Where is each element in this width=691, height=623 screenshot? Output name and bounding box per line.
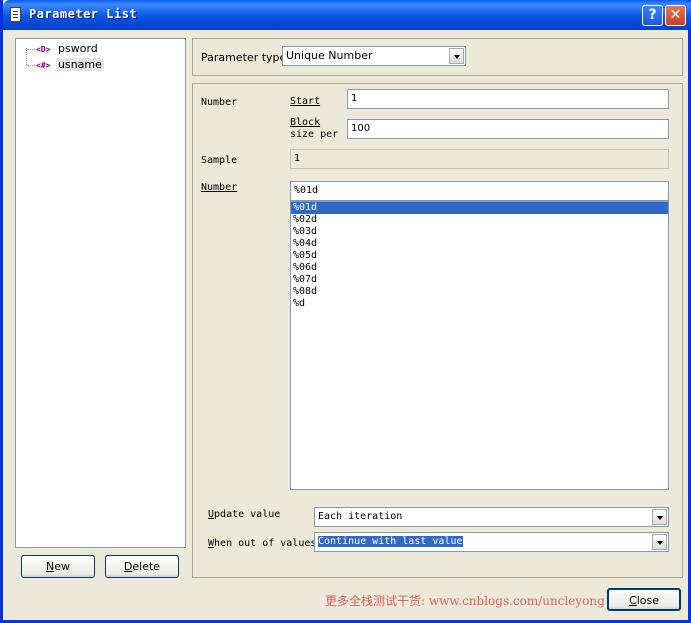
tree-item-label: psword [58, 42, 98, 55]
tree-item-usname[interactable]: <#> usname [36, 58, 104, 72]
list-item[interactable]: %d [291, 298, 668, 310]
update-value-text: Each iteration [318, 511, 403, 522]
number-section-label: Number [201, 97, 238, 108]
new-button[interactable]: New [21, 555, 95, 578]
close-button[interactable]: Close [607, 588, 681, 611]
list-item[interactable]: %05d [291, 250, 668, 262]
list-item[interactable]: %01d [291, 202, 668, 214]
update-value-label: Update value [208, 509, 281, 520]
window-title: Parameter List [29, 7, 138, 21]
parameter-tree[interactable] [15, 38, 186, 548]
out-of-values-select[interactable]: Continue with last value [314, 532, 669, 552]
question-mark-icon: ? [648, 7, 657, 23]
block-size-input[interactable]: 100 [347, 119, 669, 139]
number-format-input[interactable]: %01d [290, 181, 669, 201]
parameter-list-window: Parameter List ? ✕ <D> psword <#> usname N… [0, 0, 691, 623]
help-button[interactable]: ? [642, 5, 663, 26]
chevron-down-icon[interactable] [449, 48, 464, 64]
list-item[interactable]: %03d [291, 226, 668, 238]
list-item[interactable]: %07d [291, 274, 668, 286]
start-label: Start [290, 96, 321, 107]
close-window-button[interactable]: ✕ [665, 5, 686, 26]
tree-item-label: usname [56, 58, 104, 71]
parameter-type-select[interactable]: Unique Number [282, 46, 466, 66]
tree-item-psword[interactable]: <D> psword [36, 42, 100, 56]
list-item[interactable]: %04d [291, 238, 668, 250]
close-icon: ✕ [669, 7, 682, 23]
title-bar: Parameter List ? ✕ [3, 0, 691, 30]
delete-button[interactable]: Delete [105, 555, 179, 578]
tree-connector [27, 65, 35, 66]
number-format-list[interactable]: %01d %02d %03d %04d %05d %06d %07d %08d … [290, 201, 669, 490]
date-parameter-icon: <D> [36, 45, 51, 54]
chevron-down-icon[interactable] [652, 509, 667, 525]
number-parameter-icon: <#> [36, 61, 51, 70]
number-format-label: Number [201, 182, 238, 193]
tree-connector [27, 49, 35, 50]
start-input[interactable]: 1 [347, 89, 669, 109]
block-size-label-line1: Block [290, 117, 321, 128]
parameter-type-value: Unique Number [286, 49, 373, 62]
sample-output: 1 [290, 149, 669, 169]
out-of-values-label: When out of values [208, 538, 317, 549]
out-of-values-text: Continue with last value [318, 536, 463, 547]
list-item[interactable]: %02d [291, 214, 668, 226]
parameter-type-label: Parameter type: [201, 51, 291, 64]
tree-connector [26, 48, 27, 65]
chevron-down-icon[interactable] [652, 534, 667, 550]
document-icon [10, 7, 21, 22]
block-size-label-line2: size per [290, 129, 339, 140]
update-value-select[interactable]: Each iteration [314, 507, 669, 527]
list-item[interactable]: %08d [291, 286, 668, 298]
list-item[interactable]: %06d [291, 262, 668, 274]
watermark-text: 更多全栈测试干货: www.cnblogs.com/uncleyong [325, 594, 605, 608]
sample-label: Sample [201, 155, 238, 166]
